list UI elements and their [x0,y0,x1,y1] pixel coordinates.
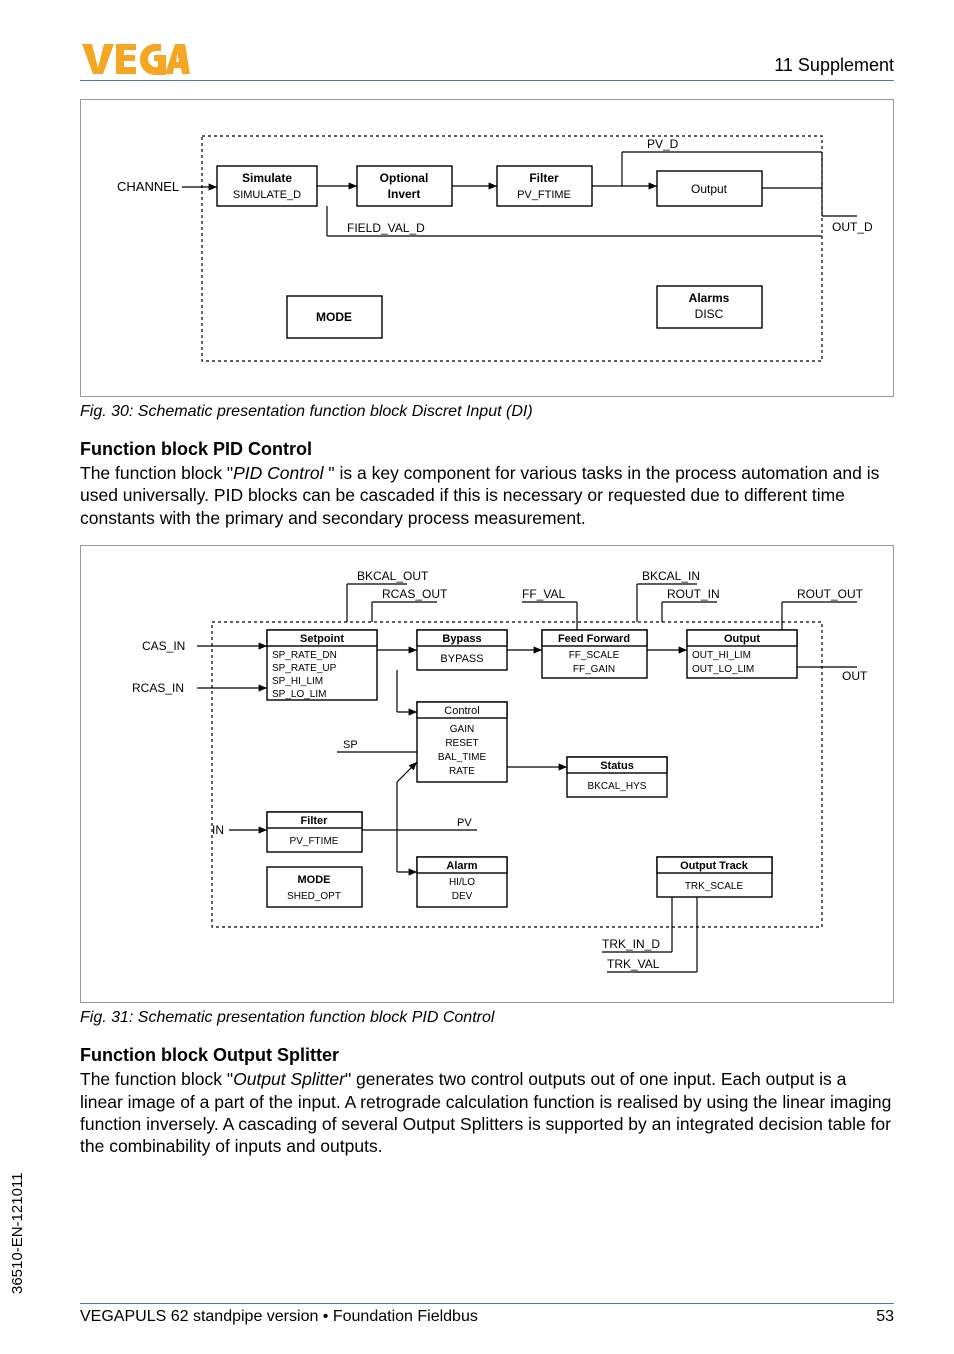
label-track: Output Track [680,860,749,872]
label-sp3: SP_HI_LIM [272,676,323,687]
label-bypass: Bypass [442,633,481,645]
label-in: IN [212,823,224,837]
header-supplement: 11 Supplement [774,55,894,76]
splitter-text: The function block "Output Splitter" gen… [80,1068,894,1158]
label-trackb: TRK_SCALE [685,881,744,892]
label-setpoint: Setpoint [300,633,344,645]
label-pvftime31: PV_FTIME [290,836,339,847]
figure-30-caption: Fig. 30: Schematic presentation function… [80,403,894,421]
label-statusb: BKCAL_HYS [588,781,647,792]
pid-text: The function block "PID Control " is a k… [80,462,894,529]
label-control: Control [444,705,479,717]
label-sp1: SP_RATE_DN [272,650,337,661]
footer-page-number: 53 [876,1308,894,1326]
label-channel: CHANNEL [117,179,179,194]
label-dev: DEV [452,891,473,902]
label-ff: Feed Forward [558,633,630,645]
label-routout: ROUT_OUT [797,587,864,601]
label-c2: RESET [445,738,478,749]
label-modet: MODE [298,874,331,886]
label-pv: PV [457,817,472,829]
label-out: OUT [842,669,868,683]
label-filter: Filter [529,171,559,185]
label-routin: ROUT_IN [667,587,720,601]
label-bypassb: BYPASS [440,653,483,665]
label-outputt: Output [724,633,760,645]
label-shed: SHED_OPT [287,891,341,902]
label-outd: OUT_D [832,220,873,234]
label-simulate: Simulate [242,171,292,185]
label-invert: Invert [388,187,421,201]
figure-31-caption: Fig. 31: Schematic presentation function… [80,1009,894,1027]
splitter-text-pre: The function block " [80,1069,233,1089]
label-casin: CAS_IN [142,639,185,653]
label-output: Output [691,182,728,196]
label-trkval: TRK_VAL [607,957,660,971]
page-header: 11 Supplement [80,40,894,81]
label-ff1: FF_SCALE [569,650,620,661]
label-status: Status [600,760,634,772]
document-id: 36510-EN-121011 [9,1173,26,1294]
label-out2: OUT_LO_LIM [692,664,754,675]
label-alarm: Alarm [446,860,477,872]
label-alarms: Alarms [689,291,730,305]
label-c1: GAIN [450,724,474,735]
label-mode: MODE [316,310,352,324]
page-footer: VEGAPULS 62 standpipe version • Foundati… [80,1303,894,1326]
splitter-text-ital: Output Splitter [233,1069,345,1089]
label-pvftime: PV_FTIME [517,189,571,201]
pid-title: Function block PID Control [80,439,894,460]
label-rcasout: RCAS_OUT [382,587,448,601]
figure-30: CHANNEL Simulate SIMULATE_D Optional Inv… [80,99,894,397]
label-c3: BAL_TIME [438,752,487,763]
label-rcasin: RCAS_IN [132,681,184,695]
label-sp4: SP_LO_LIM [272,689,326,700]
label-hilo: HI/LO [449,877,475,888]
label-filter31: Filter [301,815,329,827]
label-trkind: TRK_IN_D [602,937,660,951]
label-ff2: FF_GAIN [573,664,615,675]
label-fieldvald: FIELD_VAL_D [347,221,425,235]
label-bkcalout: BKCAL_OUT [357,569,429,583]
label-pvd: PV_D [647,137,679,151]
label-optional: Optional [380,171,429,185]
label-c4: RATE [449,766,475,777]
figure-31: BKCAL_OUT RCAS_OUT FF_VAL BKCAL_IN ROUT_… [80,545,894,1003]
label-sp2: SP_RATE_UP [272,663,337,674]
vega-logo [80,40,190,76]
label-bkcalin: BKCAL_IN [642,569,700,583]
label-ffval: FF_VAL [522,587,565,601]
label-simulate-d: SIMULATE_D [233,189,301,201]
pid-text-ital: PID Control [233,463,328,483]
footer-left: VEGAPULS 62 standpipe version • Foundati… [80,1308,478,1326]
label-disc: DISC [695,307,724,321]
splitter-title: Function block Output Splitter [80,1045,894,1066]
label-out1: OUT_HI_LIM [692,650,751,661]
pid-text-pre: The function block " [80,463,233,483]
label-sp: SP [343,739,358,751]
